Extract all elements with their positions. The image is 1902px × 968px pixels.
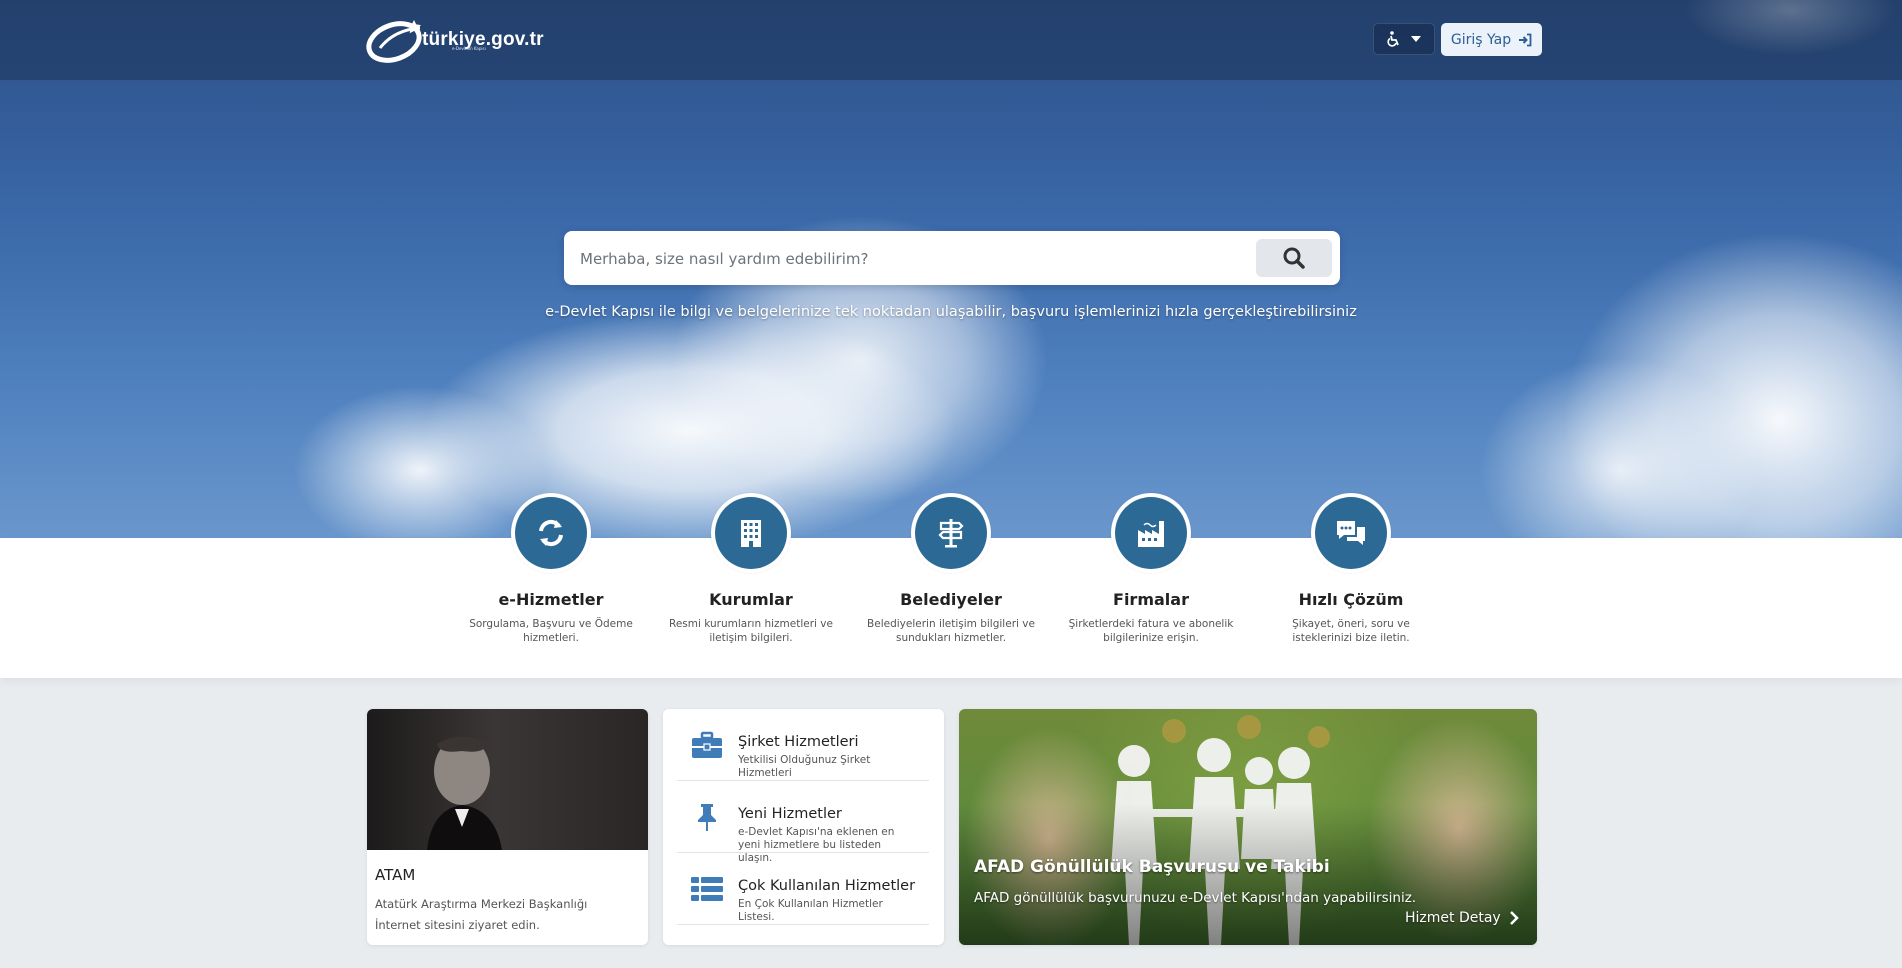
search-input[interactable] xyxy=(578,231,1242,287)
search-icon xyxy=(1283,247,1305,269)
service-icon-circle xyxy=(715,497,787,569)
list-item-desc: En Çok Kullanılan Hizmetler Listesi. xyxy=(738,898,883,923)
service-desc: Resmi kurumların hizmetleri ve iletişim … xyxy=(669,618,833,644)
service-hizli-cozum[interactable]: Hızlı Çözüm Şikayet, öneri, soru ve iste… xyxy=(1251,493,1451,645)
service-firmalar[interactable]: Firmalar Şirketlerdeki fatura ve aboneli… xyxy=(1051,493,1251,645)
list-item-desc: Yetkilisi Olduğunuz Şirket Hizmetleri xyxy=(738,754,871,779)
ataturk-photo xyxy=(367,709,648,850)
service-kurumlar[interactable]: Kurumlar Resmi kurumların hizmetleri ve … xyxy=(651,493,851,645)
wheelchair-icon xyxy=(1387,31,1399,47)
service-detail-label: Hizmet Detay xyxy=(1405,910,1501,926)
atam-desc: Atatürk Araştırma Merkezi Başkanlığı İnt… xyxy=(375,897,588,932)
service-icon-ring xyxy=(1311,493,1391,573)
service-icon-ring xyxy=(1111,493,1191,573)
logo-swoosh-icon xyxy=(366,20,422,63)
service-desc: Şirketlerdeki fatura ve abonelik bilgile… xyxy=(1068,618,1234,644)
briefcase-icon xyxy=(692,731,722,758)
signpost-icon xyxy=(938,519,964,548)
list-item-title: Yeni Hizmetler xyxy=(738,806,842,822)
service-title: Firmalar xyxy=(1113,590,1189,609)
search-button[interactable] xyxy=(1256,239,1332,277)
list-item-title: Şirket Hizmetleri xyxy=(738,734,859,750)
chevron-down-icon xyxy=(1411,36,1421,42)
service-icon-circle xyxy=(1315,497,1387,569)
top-navbar: türkiye.gov.tr e-Devletin Kapısı Giriş Y… xyxy=(0,0,1902,80)
list-item-yeni-hizmetler[interactable]: Yeni Hizmetler e-Devlet Kapısı'na eklene… xyxy=(677,781,929,864)
service-title: Kurumlar xyxy=(709,590,793,609)
service-title: Belediyeler xyxy=(900,590,1002,609)
ataturk-portrait-image xyxy=(427,736,502,850)
building-icon xyxy=(741,520,761,547)
afad-banner-card[interactable]: AFAD Gönüllülük Başvurusu ve Takibi AFAD… xyxy=(959,709,1537,945)
login-button[interactable]: Giriş Yap xyxy=(1441,23,1542,56)
service-detail-link[interactable]: Hizmet Detay xyxy=(1405,910,1519,926)
accessibility-menu-button[interactable] xyxy=(1373,23,1435,55)
service-icon-ring xyxy=(911,493,991,573)
atam-card[interactable]: ATAM Atatürk Araştırma Merkezi Başkanlığ… xyxy=(367,709,648,945)
hero-tagline: e-Devlet Kapısı ile bilgi ve belgelerini… xyxy=(545,304,1357,320)
site-logo[interactable]: türkiye.gov.tr e-Devletin Kapısı xyxy=(364,14,544,66)
search-box xyxy=(564,231,1340,287)
login-label: Giriş Yap xyxy=(1450,31,1512,48)
list-item-title: Çok Kullanılan Hizmetler xyxy=(738,878,916,894)
service-icon-ring xyxy=(711,493,791,573)
service-icon-circle xyxy=(1115,497,1187,569)
service-desc: Şikayet, öneri, soru ve isteklerinizi bi… xyxy=(1292,618,1410,644)
factory-icon xyxy=(1138,521,1164,547)
service-e-hizmetler[interactable]: e-Hizmetler Sorgulama, Başvuru ve Ödeme … xyxy=(451,493,651,645)
atam-title: ATAM xyxy=(375,866,416,884)
service-desc: Belediyelerin iletişim bilgileri ve sund… xyxy=(867,618,1035,644)
service-icon-circle xyxy=(915,497,987,569)
hero-banner: türkiye.gov.tr e-Devletin Kapısı Giriş Y… xyxy=(0,0,1902,540)
list-item-cok-kullanilan[interactable]: Çok Kullanılan Hizmetler En Çok Kullanıl… xyxy=(677,853,929,925)
afad-desc: AFAD gönüllülük başvurunuzu e-Devlet Kap… xyxy=(974,890,1417,906)
pushpin-icon xyxy=(698,804,716,831)
sign-in-icon xyxy=(1519,33,1532,46)
logo-subtext: e-Devletin Kapısı xyxy=(452,46,486,51)
list-icon xyxy=(691,877,723,901)
service-desc: Sorgulama, Başvuru ve Ödeme hizmetleri. xyxy=(469,618,633,644)
afad-title: AFAD Gönüllülük Başvurusu ve Takibi xyxy=(974,857,1330,877)
refresh-icon xyxy=(539,519,563,547)
service-title: Hızlı Çözüm xyxy=(1298,590,1404,609)
chevron-right-icon xyxy=(1509,911,1519,925)
service-icon-circle xyxy=(515,497,587,569)
quick-links-card: Şirket Hizmetleri Yetkilisi Olduğunuz Şi… xyxy=(663,709,944,945)
service-icon-ring xyxy=(511,493,591,573)
service-title: e-Hizmetler xyxy=(498,590,604,609)
list-item-sirket-hizmetleri[interactable]: Şirket Hizmetleri Yetkilisi Olduğunuz Şi… xyxy=(677,709,929,781)
service-belediyeler[interactable]: Belediyeler Belediyelerin iletişim bilgi… xyxy=(851,493,1051,645)
chat-icon xyxy=(1337,521,1365,545)
